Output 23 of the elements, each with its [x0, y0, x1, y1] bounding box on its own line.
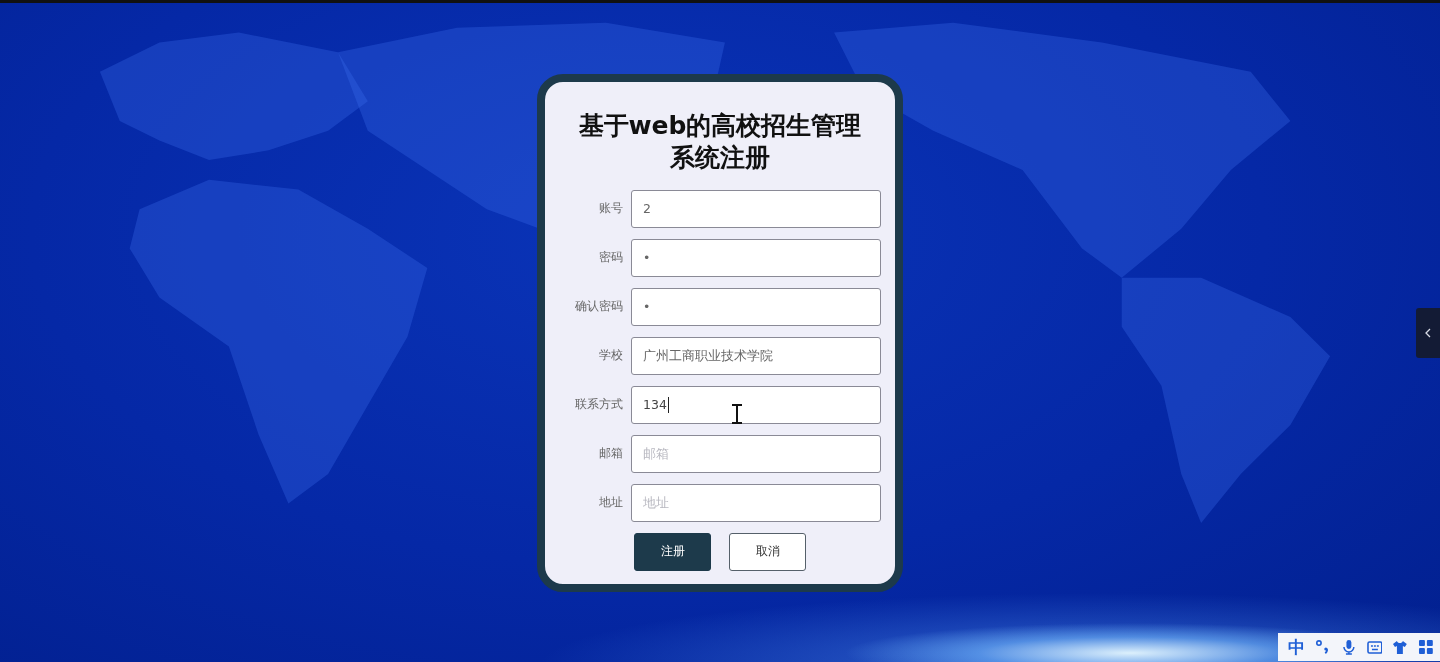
- register-button[interactable]: 注册: [634, 532, 711, 571]
- field-label: 联系方式: [575, 396, 623, 413]
- shirt-icon[interactable]: [1392, 639, 1409, 655]
- field-label: 邮箱: [599, 445, 623, 462]
- apps-grid-icon[interactable]: [1418, 639, 1434, 655]
- microphone-icon[interactable]: [1340, 639, 1357, 655]
- cancel-button[interactable]: 取消: [729, 532, 806, 571]
- field-label: 学校: [599, 347, 623, 364]
- field-label: 地址: [599, 494, 623, 511]
- input-field[interactable]: 广州工商职业技术学院: [631, 336, 881, 375]
- field-label: 确认密码: [575, 298, 623, 315]
- input-field[interactable]: 2: [631, 189, 881, 228]
- input-field[interactable]: 134: [631, 385, 881, 424]
- field-label: 账号: [599, 200, 623, 217]
- form-title: 基于web的高校招生管理系统注册: [577, 109, 863, 174]
- text-cursor-icon: [731, 403, 743, 424]
- input-field[interactable]: •: [631, 287, 881, 326]
- field-label: 密码: [599, 249, 623, 266]
- chevron-left-icon: [1425, 328, 1431, 338]
- input-field[interactable]: •: [631, 238, 881, 277]
- punctuation-icon[interactable]: [1315, 639, 1331, 655]
- input-mode-toggle[interactable]: 中: [1288, 637, 1305, 657]
- keyboard-icon[interactable]: [1366, 639, 1383, 655]
